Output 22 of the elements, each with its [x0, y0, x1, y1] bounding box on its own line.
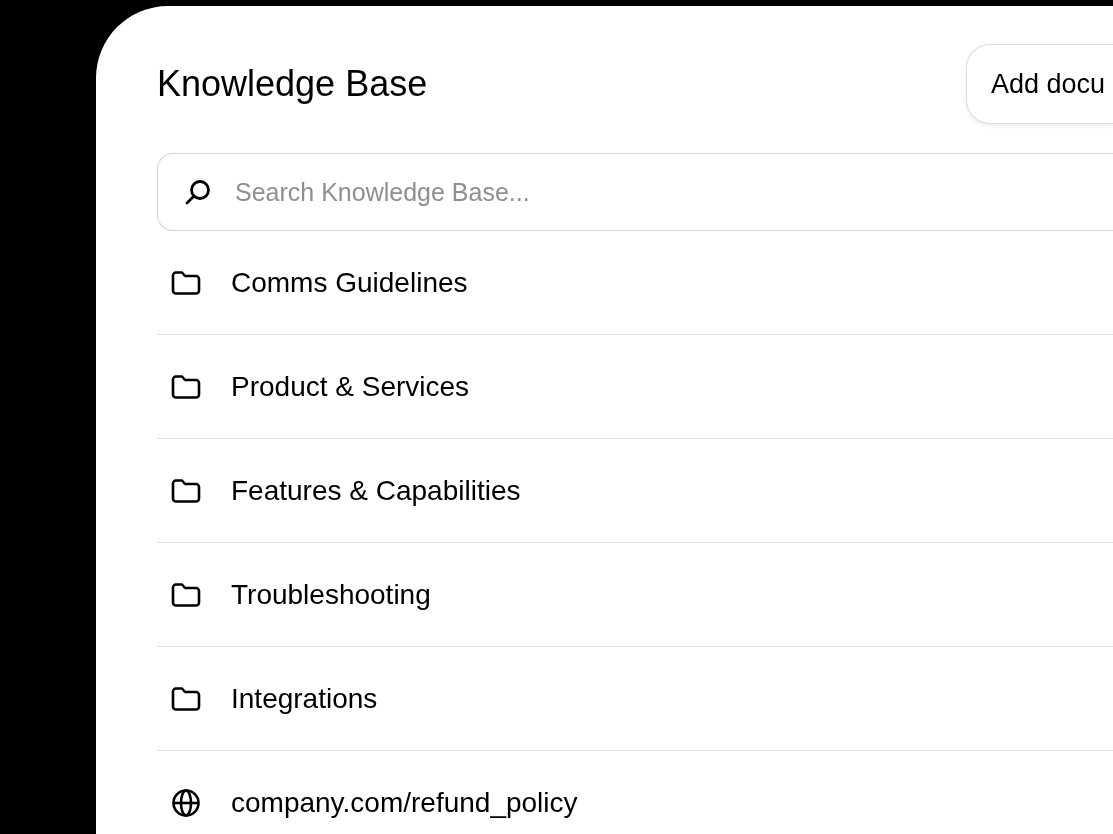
globe-icon	[171, 788, 201, 818]
row-label: Features & Capabilities	[231, 473, 521, 508]
folder-icon	[171, 373, 201, 400]
list-row[interactable]: Troubleshooting	[157, 543, 1113, 647]
folder-icon	[171, 477, 201, 504]
list-row[interactable]: company.com/refund_policy	[157, 751, 1113, 834]
row-label: company.com/refund_policy	[231, 786, 578, 820]
list-row[interactable]: Comms Guidelines	[157, 231, 1113, 335]
add-document-button[interactable]: Add docu	[965, 44, 1113, 124]
row-label: Product & Services	[231, 369, 470, 404]
search-icon	[183, 177, 213, 207]
list-row[interactable]: Integrations	[157, 647, 1113, 751]
folder-icon	[171, 269, 201, 296]
row-label: Comms Guidelines	[231, 265, 468, 300]
list-row[interactable]: Features & Capabilities	[157, 439, 1113, 543]
page-title: Knowledge Base	[157, 62, 428, 106]
row-label: Troubleshooting	[231, 577, 431, 612]
search-field[interactable]: Search Knowledge Base...	[157, 153, 1113, 231]
row-label: Integrations	[231, 681, 378, 716]
folder-icon	[171, 581, 201, 608]
list-row[interactable]: Product & Services	[157, 335, 1113, 439]
folder-icon	[171, 685, 201, 712]
